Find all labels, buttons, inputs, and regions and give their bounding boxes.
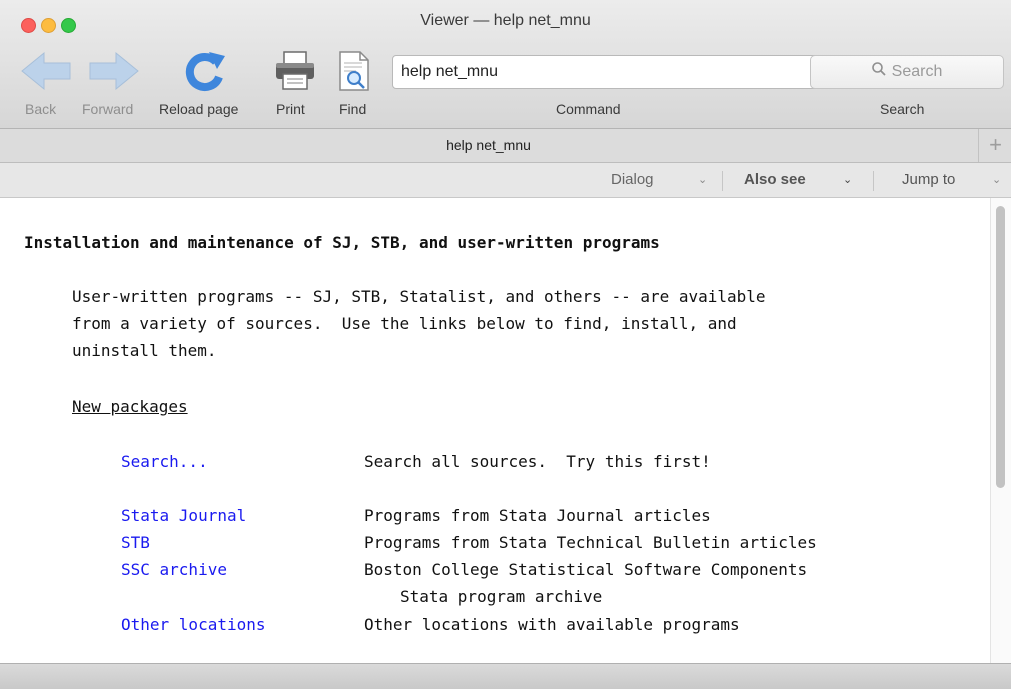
reload-label: Reload page [159,101,239,117]
dialog-chevron-down-icon: ⌄ [698,174,708,186]
command-input[interactable]: help net_mnu [392,55,823,89]
link-description-continued: Stata program archive [400,587,603,606]
command-label: Command [556,101,621,117]
also-see-chevron-down-icon: ⌄ [843,174,853,186]
forward-arrow-icon [89,51,139,91]
viewer-window: Viewer — help net_mnu Back Forward Reloa… [0,0,1011,689]
link-description: Other locations with available programs [364,615,740,634]
magnifier-icon [871,56,886,88]
tab-bar: help net_mnu + [0,129,1011,163]
print-label: Print [276,101,305,117]
window-title: Viewer — help net_mnu [420,12,591,29]
print-button[interactable] [273,50,317,92]
nav-divider [722,171,723,191]
search-field[interactable]: Search [810,55,1004,89]
reload-icon [185,52,225,92]
link-ssc-archive[interactable]: SSC archive [121,560,227,579]
nav-divider [873,171,874,191]
jump-to-chevron-down-icon: ⌄ [992,174,1002,186]
link-description: Boston College Statistical Software Comp… [364,560,808,579]
link-search[interactable]: Search... [121,452,208,471]
search-placeholder: Search [891,63,943,81]
find-document-icon [339,51,369,91]
status-bar [0,663,1011,689]
help-navigation-bar: Dialog ⌄ Also see ⌄ Jump to ⌄ [0,163,1011,198]
find-label: Find [339,101,367,117]
link-stb[interactable]: STB [121,533,150,552]
intro-line: User-written programs -- SJ, STB, Statal… [72,287,766,306]
dialog-menu[interactable]: Dialog [611,163,654,197]
back-button[interactable] [20,50,72,92]
forward-label: Forward [82,101,134,117]
jump-to-menu[interactable]: Jump to [902,163,955,197]
intro-line: from a variety of sources. Use the links… [72,314,737,333]
section-title-new-packages: New packages [72,397,188,416]
title-toolbar-area: Viewer — help net_mnu Back Forward Reloa… [0,0,1011,129]
link-description: Programs from Stata Technical Bulletin a… [364,533,817,552]
also-see-menu[interactable]: Also see [744,163,806,197]
help-heading: Installation and maintenance of SJ, STB,… [24,233,660,252]
vertical-scrollbar[interactable] [990,198,1011,663]
back-label: Back [25,101,57,117]
link-description: Programs from Stata Journal articles [364,506,711,525]
forward-button[interactable] [88,50,140,92]
new-tab-button[interactable]: + [978,129,1011,162]
intro-line: uninstall them. [72,341,217,360]
scrollbar-thumb[interactable] [996,206,1005,488]
link-description: Search all sources. Try this first! [364,452,711,471]
link-other-locations[interactable]: Other locations [121,615,266,634]
printer-icon [276,51,314,90]
link-stata-journal[interactable]: Stata Journal [121,506,246,525]
back-arrow-icon [21,51,71,91]
reload-button[interactable] [183,50,229,92]
help-content: Installation and maintenance of SJ, STB,… [0,198,990,663]
search-label: Search [880,101,925,117]
tab-help-net-mnu[interactable]: help net_mnu [0,129,977,162]
find-button[interactable] [334,50,374,92]
